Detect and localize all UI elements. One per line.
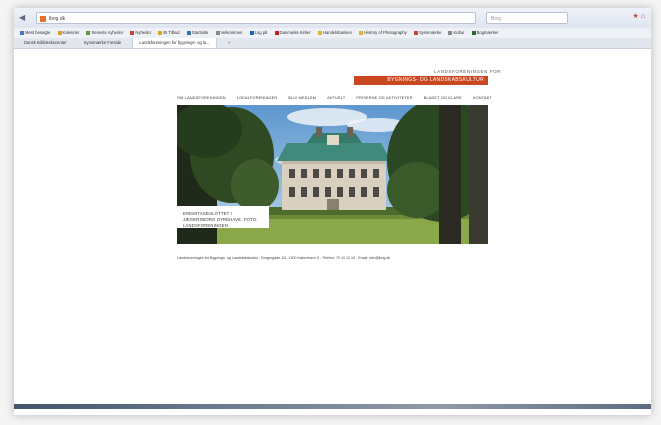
bookmark-item[interactable]: BI Tilbud <box>158 28 180 38</box>
search-placeholder: Bing <box>491 16 502 22</box>
menu-item-kontakt[interactable]: KONTAKT <box>473 94 492 102</box>
tab-synsmaerke[interactable]: Synsmærke Forside <box>78 38 127 48</box>
address-url: lbog.dk <box>49 16 66 22</box>
bookmark-item[interactable]: Nyheder <box>130 28 151 38</box>
bookmark-icon <box>158 30 163 35</box>
menu-item-om-landsforeningen[interactable]: OM LANDSFORENINGEN <box>177 94 226 102</box>
menu-item-priserne[interactable]: PRISERNE OG AKTIVITETER <box>356 94 412 102</box>
bookmark-icon <box>317 30 322 35</box>
bookmark-icon <box>471 30 476 35</box>
bookmark-item[interactable]: Danmarks Kirker <box>274 28 311 38</box>
tab-strip: Dansk Bibliotekscenter Synsmærke Forside… <box>14 38 651 49</box>
browser-toolbar: ◀ lbog.dk Bing ★ ⌂ <box>14 8 651 28</box>
tab-landsforeningen[interactable]: Landsforeningen for bygnings- og la... <box>132 38 217 48</box>
bookmark-item[interactable]: Synsmærke <box>413 28 441 38</box>
bookmark-icon <box>413 30 418 35</box>
bookmark-item[interactable]: Seneste nyheder <box>86 28 123 38</box>
back-arrow-icon[interactable]: ◀ <box>19 13 25 23</box>
bookmark-icon <box>274 30 279 35</box>
bookmark-item[interactable]: Kalender <box>57 28 79 38</box>
bookmark-icon <box>57 30 62 35</box>
page-footer: Landsforeningen for Bygnings- og Landska… <box>177 256 391 260</box>
logo-org-line: LANDSFORENINGEN FOR <box>434 69 502 74</box>
screenshot-frame: ◀ lbog.dk Bing ★ ⌂ Mest besøgte Kalender… <box>14 8 651 415</box>
menu-item-bladet[interactable]: BLADET OG KLARE <box>424 94 462 102</box>
bookmark-icon <box>86 30 91 35</box>
hero-image: EREMITAGESLOTTET I JÆGERSBORG DYREHAVE. … <box>177 105 488 244</box>
main-menu: OM LANDSFORENINGEN LOKALFORENINGER BLIV … <box>177 94 492 102</box>
bookmark-icon <box>130 30 135 35</box>
bookmark-item[interactable]: Log på <box>249 28 267 38</box>
logo-org-band[interactable]: BYGNINGS- OG LANDSKABSKULTUR <box>354 76 488 85</box>
bookmark-item[interactable]: Kultur <box>448 28 464 38</box>
bookmark-item[interactable]: History of Photography <box>359 28 407 38</box>
bookmark-icon <box>20 30 24 35</box>
bookmark-item[interactable]: Startside <box>186 28 208 38</box>
bookmark-item[interactable]: Mest besøgte <box>20 28 50 38</box>
hero-caption: EREMITAGESLOTTET I JÆGERSBORG DYREHAVE. … <box>177 206 269 228</box>
taskbar <box>14 404 651 409</box>
tab-dansk-bibliotekscenter[interactable]: Dansk Bibliotekscenter <box>18 38 73 48</box>
bookmark-item[interactable]: Handelsbanken <box>317 28 352 38</box>
menu-item-lokalforeninger[interactable]: LOKALFORENINGER <box>237 94 278 102</box>
bookmark-item[interactable]: Bogmærker <box>471 28 498 38</box>
bookmark-icon <box>249 30 254 35</box>
favicon-icon <box>40 16 46 22</box>
home-icon[interactable]: ★ ⌂ <box>633 12 645 20</box>
new-tab-button[interactable]: + <box>222 38 236 48</box>
bookmark-icon <box>215 30 220 35</box>
bookmark-icon <box>359 30 364 35</box>
bookmark-icon <box>448 30 453 35</box>
search-input[interactable]: Bing <box>486 12 568 24</box>
bookmark-item[interactable]: Velkommen <box>215 28 242 38</box>
menu-item-aktuelt[interactable]: AKTUELT <box>327 94 345 102</box>
address-bar[interactable]: lbog.dk <box>36 12 476 24</box>
bookmark-icon <box>186 30 191 35</box>
menu-item-bliv-medlem[interactable]: BLIV MEDLEM <box>288 94 316 102</box>
